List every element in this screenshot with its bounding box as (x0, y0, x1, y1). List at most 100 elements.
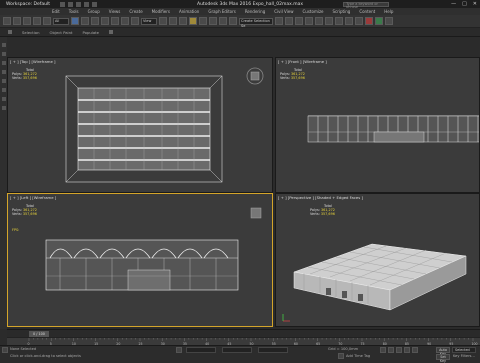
toggle-ribbon-icon[interactable] (305, 17, 313, 25)
menu-item-group[interactable]: Group (88, 9, 100, 14)
render-iterative-icon[interactable] (375, 17, 383, 25)
menu-item-customize[interactable]: Customize (303, 9, 324, 14)
select-manipulate-icon[interactable] (169, 17, 177, 25)
ribbon-tab-selection[interactable]: Selection (22, 30, 40, 35)
ribbon-options-icon[interactable] (108, 30, 113, 34)
minimize-button[interactable]: — (451, 1, 456, 7)
reference-coordinate-dropdown[interactable]: View (141, 17, 157, 25)
key-filters-button[interactable]: Key Filters... (453, 354, 475, 358)
viewport-label[interactable]: [ + ] [Perspective ] [Shaded + Edged Fac… (278, 195, 363, 200)
left-tool-icon[interactable] (1, 70, 6, 74)
add-time-tag-label[interactable]: Add Time Tag (346, 354, 370, 358)
schematic-view-icon[interactable] (325, 17, 333, 25)
menu-item-modifiers[interactable]: Modifiers (152, 9, 170, 14)
render-production-icon[interactable] (365, 17, 373, 25)
left-tool-icon[interactable] (1, 79, 6, 83)
track-bar[interactable]: 0 5 10 15 20 25 30 35 40 45 50 55 60 65 70 75 80 85 90 95 10… (7, 337, 480, 346)
rendered-frame-window-icon[interactable] (355, 17, 363, 25)
keyboard-shortcut-icon[interactable] (179, 17, 187, 25)
selected-dropdown[interactable]: Selected (452, 347, 476, 353)
menu-item-graph-editors[interactable]: Graph Editors (208, 9, 235, 14)
scale-icon[interactable] (131, 17, 139, 25)
viewport-top[interactable]: [ + ] [Top ] [Wireframe ] Total Polys: 3… (7, 57, 273, 193)
menu-item-create[interactable]: Create (129, 9, 142, 14)
y-coordinate-field[interactable] (222, 347, 252, 353)
maximize-button[interactable]: □ (462, 1, 467, 7)
edit-named-selection-icon[interactable] (229, 17, 237, 25)
curve-editor-icon[interactable] (315, 17, 323, 25)
set-key-button[interactable]: Set Key (436, 354, 450, 363)
angle-snap-icon[interactable] (199, 17, 207, 25)
move-icon[interactable] (111, 17, 119, 25)
play-button[interactable] (396, 347, 402, 353)
material-editor-icon[interactable] (335, 17, 343, 25)
selection-region-icon[interactable] (91, 17, 99, 25)
menu-item-help[interactable]: Help (384, 9, 393, 14)
ribbon-tab-populate[interactable]: Populate (82, 30, 99, 35)
previous-frame-button[interactable] (388, 347, 394, 353)
link-icon[interactable] (23, 17, 31, 25)
auto-key-button[interactable]: Auto Key (436, 347, 450, 356)
align-icon[interactable] (285, 17, 293, 25)
select-object-icon[interactable] (71, 17, 79, 25)
select-by-name-icon[interactable] (81, 17, 89, 25)
rotate-icon[interactable] (121, 17, 129, 25)
left-tool-icon[interactable] (1, 52, 6, 56)
add-time-tag-icon[interactable] (338, 353, 344, 359)
render-setup-icon[interactable] (345, 17, 353, 25)
spinner-snap-icon[interactable] (219, 17, 227, 25)
menu-item-content[interactable]: Content (359, 9, 375, 14)
viewport-label[interactable]: [ + ] [Top ] [Wireframe ] (10, 59, 56, 64)
bind-spacewarp-icon[interactable] (43, 17, 51, 25)
redo-icon[interactable] (13, 17, 21, 25)
pivot-center-icon[interactable] (159, 17, 167, 25)
menu-item-tools[interactable]: Tools (69, 9, 79, 14)
viewport-left[interactable]: [ + ] [Left ] [Wireframe ] Total Polys: … (7, 193, 273, 327)
undo-icon[interactable] (84, 1, 89, 7)
menu-item-animation[interactable]: Animation (179, 9, 199, 14)
menu-item-rendering[interactable]: Rendering (245, 9, 265, 14)
ribbon-tab-object-paint[interactable]: Object Paint (50, 30, 73, 35)
viewport-label[interactable]: [ + ] [Front ] [Wireframe ] (278, 59, 327, 64)
maxscript-listener-button[interactable] (2, 347, 8, 353)
viewport-label[interactable]: [ + ] [Left ] [Wireframe ] (10, 195, 56, 200)
viewport-perspective[interactable]: [ + ] [Perspective ] [Shaded + Edged Fac… (275, 193, 480, 327)
percent-snap-icon[interactable] (209, 17, 217, 25)
left-tool-icon[interactable] (1, 61, 6, 65)
left-tool-icon[interactable] (1, 88, 6, 92)
snaps-toggle-icon[interactable] (189, 17, 197, 25)
z-coordinate-field[interactable] (258, 347, 288, 353)
go-to-end-button[interactable] (412, 347, 418, 353)
workspace-dropdown[interactable]: Workspace: Default (6, 2, 58, 7)
left-tool-icon[interactable] (1, 106, 6, 110)
mirror-icon[interactable] (275, 17, 283, 25)
new-file-icon[interactable] (60, 1, 65, 7)
viewcube-top[interactable] (245, 66, 265, 86)
go-to-start-button[interactable] (380, 347, 386, 353)
layer-explorer-icon[interactable] (295, 17, 303, 25)
search-input[interactable]: Type a keyword or phrase (343, 1, 390, 8)
ribbon-toggle-icon[interactable] (8, 30, 12, 34)
close-button[interactable]: ✕ (473, 1, 477, 7)
open-file-icon[interactable] (68, 1, 73, 7)
undo-icon[interactable] (3, 17, 11, 25)
next-frame-button[interactable] (404, 347, 410, 353)
unlink-icon[interactable] (33, 17, 41, 25)
menu-item-edit[interactable]: Edit (52, 9, 60, 14)
viewport-front[interactable]: [ + ] [Front ] [Wireframe ] Total Polys:… (275, 57, 480, 193)
menu-item-views[interactable]: Views (109, 9, 121, 14)
x-coordinate-field[interactable] (186, 347, 216, 353)
selection-filter-dropdown[interactable]: All (53, 17, 69, 25)
left-tool-icon[interactable] (1, 43, 6, 47)
a360-icon[interactable] (385, 17, 393, 25)
menu-item-civil-view[interactable]: Civil View (274, 9, 293, 14)
menu-item-scripting[interactable]: Scripting (333, 9, 351, 14)
window-crossing-icon[interactable] (101, 17, 109, 25)
lock-selection-icon[interactable] (176, 347, 182, 353)
time-slider[interactable]: 0 / 100 (7, 329, 480, 337)
left-tool-icon[interactable] (1, 97, 6, 101)
named-selection-dropdown[interactable]: Create Selection Se (239, 17, 273, 28)
viewcube-left[interactable] (249, 206, 263, 220)
redo-icon[interactable] (92, 1, 97, 7)
save-icon[interactable] (76, 1, 81, 7)
